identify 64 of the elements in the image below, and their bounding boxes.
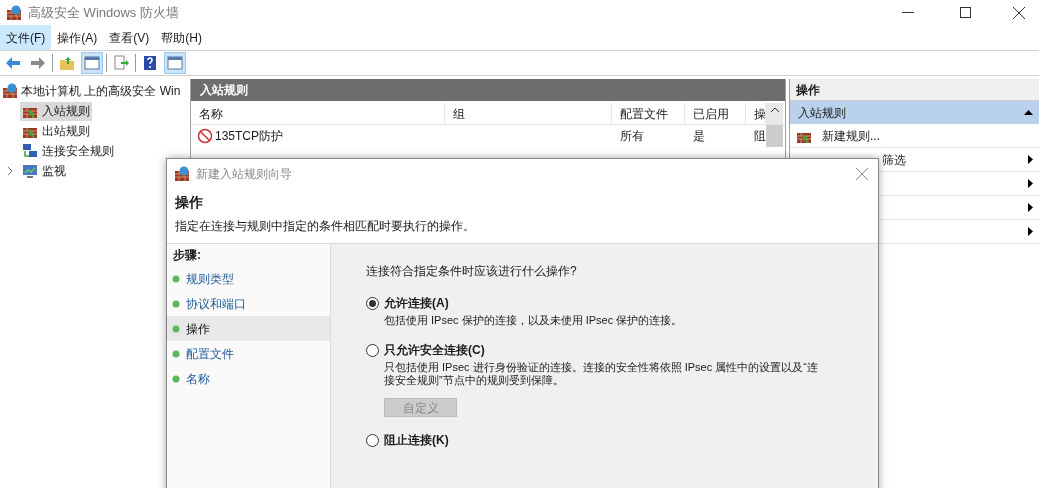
tree-item[interactable]: 入站规则 <box>20 101 92 121</box>
window-title: 高级安全 Windows 防火墙 <box>28 3 179 22</box>
firewall-icon <box>2 83 18 99</box>
radio-label[interactable]: 允许连接(A) <box>384 294 449 312</box>
column-header[interactable]: 名称 <box>191 103 445 124</box>
table-cell-text: 所有 <box>619 128 645 145</box>
menu-item[interactable]: 帮助(H) <box>155 25 208 50</box>
expand-chevron-icon[interactable] <box>6 167 14 175</box>
radio-button[interactable] <box>366 296 379 310</box>
submenu-arrow-icon[interactable] <box>1028 227 1033 236</box>
status-dot-icon <box>172 374 180 383</box>
menu-item[interactable]: 文件(F) <box>0 25 52 50</box>
question-text: 连接符合指定条件时应该进行什么操作? <box>366 263 578 280</box>
submenu-arrow-icon[interactable] <box>1028 179 1033 188</box>
scroll-up-icon[interactable] <box>770 107 779 112</box>
tree-item[interactable]: 监视 <box>20 161 68 181</box>
scrollbar-thumb[interactable] <box>766 125 783 147</box>
panel-header: 入站规则 <box>191 79 785 101</box>
status-dot-icon <box>172 324 180 333</box>
firewall-icon <box>174 165 190 182</box>
option-description: 只包括使用 IPsec 进行身份验证的连接。连接的安全性将依照 IPsec 属性中的设置以及“连接安全规则”节点中的规则受到保障。 <box>384 361 819 387</box>
monitor-icon <box>22 163 38 179</box>
column-header[interactable]: 已启用 <box>685 103 746 124</box>
pane-icon[interactable] <box>81 52 103 74</box>
tree-item[interactable]: 连接安全规则 <box>20 141 116 161</box>
menu-item[interactable]: 查看(V) <box>103 25 156 50</box>
radio-button[interactable] <box>366 343 379 357</box>
action-link[interactable]: 筛选 <box>882 150 906 169</box>
collapse-triangle-icon[interactable] <box>1024 110 1033 115</box>
option-description: 包括使用 IPsec 保护的连接，以及未使用 IPsec 保护的连接。 <box>384 314 684 327</box>
dialog-title: 新建入站规则向导 <box>196 165 292 183</box>
table-cell-text: 是 <box>692 128 706 145</box>
wizard-step[interactable]: 名称 <box>167 366 330 391</box>
status-dot-icon <box>172 299 180 308</box>
tree-item[interactable]: 出站规则 <box>20 121 92 141</box>
tree-item[interactable]: 本地计算机 上的高级安全 Win <box>21 82 181 100</box>
radio-label[interactable]: 只允许安全连接(C) <box>384 341 485 359</box>
wizard-step[interactable]: 配置文件 <box>167 341 330 366</box>
wizard-step[interactable]: 协议和端口 <box>167 291 330 316</box>
submenu-arrow-icon[interactable] <box>1028 155 1033 164</box>
page-description: 指定在连接与规则中指定的条件相匹配时要执行的操作。 <box>175 218 476 235</box>
steps-title: 步骤: <box>172 247 202 264</box>
radio-label[interactable]: 阻止连接(K) <box>384 431 449 449</box>
table-cell-text: 阻 <box>753 128 766 145</box>
submenu-arrow-icon[interactable] <box>1028 203 1033 212</box>
firewall-icon <box>6 4 22 21</box>
blocked-icon <box>197 128 213 144</box>
wizard-step[interactable]: 规则类型 <box>167 266 330 291</box>
pane-icon[interactable] <box>164 52 186 74</box>
status-dot-icon <box>172 274 180 283</box>
status-dot-icon <box>172 349 180 358</box>
network-icon <box>22 143 38 159</box>
column-header[interactable]: 配置文件 <box>612 103 685 124</box>
section-header[interactable]: 入站规则 <box>790 101 1039 124</box>
radio-button[interactable] <box>366 433 379 447</box>
action-link[interactable]: 新建规则... <box>822 126 880 145</box>
close-icon[interactable] <box>1013 6 1025 19</box>
page-heading: 操作 <box>175 193 204 212</box>
maximize-icon[interactable] <box>960 7 971 18</box>
panel-header: 操作 <box>790 79 1039 101</box>
wizard-step[interactable]: 操作 <box>167 316 330 341</box>
menu-item[interactable]: 操作(A) <box>51 25 104 50</box>
table-cell: 135TCP防护 <box>191 127 445 145</box>
column-header[interactable]: 组 <box>445 103 612 124</box>
